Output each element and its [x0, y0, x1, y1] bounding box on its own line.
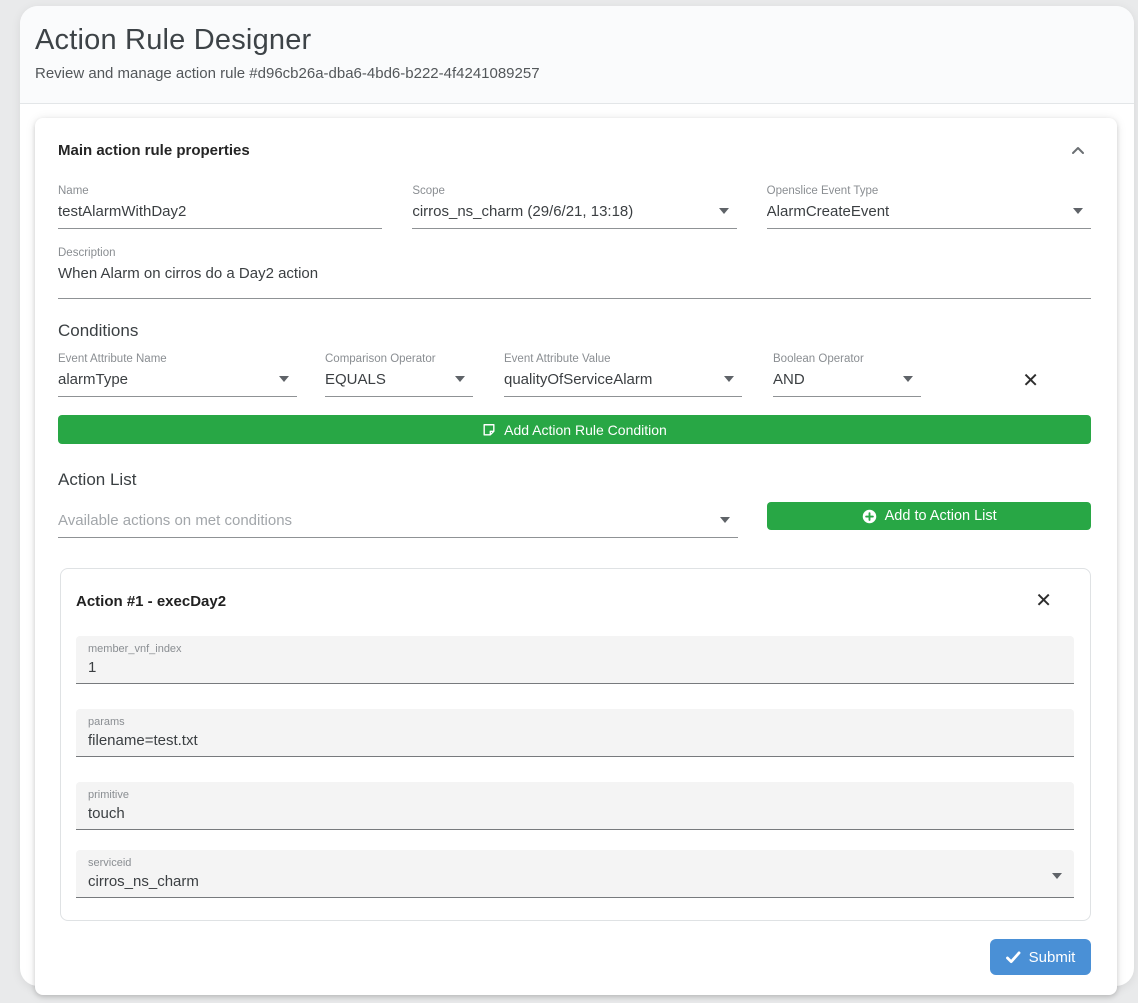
- submit-button[interactable]: Submit: [990, 939, 1091, 975]
- remove-condition-icon[interactable]: ✕: [1022, 371, 1039, 391]
- dropdown-arrow-icon: [279, 376, 289, 382]
- event-attribute-name-value: alarmType: [58, 371, 297, 396]
- action-list-heading: Action List: [58, 470, 1091, 490]
- dropdown-arrow-icon: [1052, 873, 1062, 879]
- boolean-operator-value: AND: [773, 371, 921, 396]
- dropdown-arrow-icon: [719, 208, 729, 214]
- plus-circle-icon: [862, 509, 877, 524]
- page-container: Action Rule Designer Review and manage a…: [20, 6, 1134, 986]
- dropdown-arrow-icon: [720, 517, 730, 523]
- add-to-action-list-button[interactable]: Add to Action List: [767, 502, 1091, 530]
- params-field[interactable]: params filename=test.txt: [76, 709, 1074, 757]
- name-label: Name: [58, 185, 382, 197]
- params-value: filename=test.txt: [88, 732, 1062, 749]
- note-icon: [482, 423, 496, 437]
- available-actions-placeholder: Available actions on met conditions: [58, 512, 738, 537]
- event-attribute-name-label: Event Attribute Name: [58, 353, 297, 365]
- primitive-label: primitive: [88, 789, 1062, 801]
- primitive-field[interactable]: primitive touch: [76, 782, 1074, 830]
- boolean-operator-label: Boolean Operator: [773, 353, 921, 365]
- remove-action-icon[interactable]: ✕: [1035, 591, 1052, 611]
- name-value: testAlarmWithDay2: [58, 203, 382, 228]
- serviceid-select[interactable]: serviceid cirros_ns_charm: [76, 850, 1074, 898]
- event-type-value: AlarmCreateEvent: [767, 203, 1091, 228]
- member-vnf-index-value: 1: [88, 659, 1062, 676]
- comparison-operator-label: Comparison Operator: [325, 353, 473, 365]
- action-card-title: Action #1 - execDay2: [76, 593, 226, 610]
- page-subtitle: Review and manage action rule #d96cb26a-…: [35, 65, 1119, 82]
- member-vnf-index-field[interactable]: member_vnf_index 1: [76, 636, 1074, 684]
- section-title: Main action rule properties: [58, 142, 250, 159]
- serviceid-value: cirros_ns_charm: [88, 873, 1062, 890]
- available-actions-select[interactable]: Available actions on met conditions: [58, 512, 738, 538]
- serviceid-label: serviceid: [88, 857, 1062, 869]
- page-header: Action Rule Designer Review and manage a…: [20, 6, 1134, 104]
- scope-select[interactable]: Scope cirros_ns_charm (29/6/21, 13:18): [412, 185, 736, 229]
- params-label: params: [88, 716, 1062, 728]
- dropdown-arrow-icon: [1073, 208, 1083, 214]
- dropdown-arrow-icon: [724, 376, 734, 382]
- scope-label: Scope: [412, 185, 736, 197]
- primitive-value: touch: [88, 805, 1062, 822]
- name-field[interactable]: Name testAlarmWithDay2: [58, 185, 382, 229]
- comparison-operator-select[interactable]: Comparison Operator EQUALS: [325, 353, 473, 397]
- action-list-row: Available actions on met conditions Add …: [58, 502, 1091, 538]
- check-icon: [1006, 951, 1021, 964]
- scope-value: cirros_ns_charm (29/6/21, 13:18): [412, 203, 736, 228]
- action-card: Action #1 - execDay2 ✕ member_vnf_index …: [60, 568, 1091, 921]
- description-label: Description: [58, 247, 1091, 259]
- conditions-heading: Conditions: [58, 321, 1091, 341]
- boolean-operator-select[interactable]: Boolean Operator AND: [773, 353, 921, 397]
- description-value: When Alarm on cirros do a Day2 action: [58, 265, 1091, 298]
- event-attribute-name-select[interactable]: Event Attribute Name alarmType: [58, 353, 297, 397]
- dropdown-arrow-icon: [455, 376, 465, 382]
- event-type-select[interactable]: Openslice Event Type AlarmCreateEvent: [767, 185, 1091, 229]
- condition-row: Event Attribute Name alarmType Compariso…: [58, 353, 1091, 397]
- dropdown-arrow-icon: [903, 376, 913, 382]
- chevron-up-icon[interactable]: [1071, 144, 1085, 158]
- member-vnf-index-label: member_vnf_index: [88, 643, 1062, 655]
- event-attribute-value-label: Event Attribute Value: [504, 353, 742, 365]
- submit-label: Submit: [1029, 949, 1076, 966]
- page-title: Action Rule Designer: [35, 24, 1119, 57]
- add-condition-button[interactable]: Add Action Rule Condition: [58, 415, 1091, 444]
- event-attribute-value-value: qualityOfServiceAlarm: [504, 371, 742, 396]
- comparison-operator-value: EQUALS: [325, 371, 473, 396]
- main-properties-card: Main action rule properties Name testAla…: [35, 118, 1117, 995]
- add-condition-label: Add Action Rule Condition: [504, 422, 667, 438]
- event-type-label: Openslice Event Type: [767, 185, 1091, 197]
- add-to-action-list-label: Add to Action List: [885, 508, 997, 524]
- event-attribute-value-select[interactable]: Event Attribute Value qualityOfServiceAl…: [504, 353, 742, 397]
- description-field[interactable]: Description When Alarm on cirros do a Da…: [58, 247, 1091, 299]
